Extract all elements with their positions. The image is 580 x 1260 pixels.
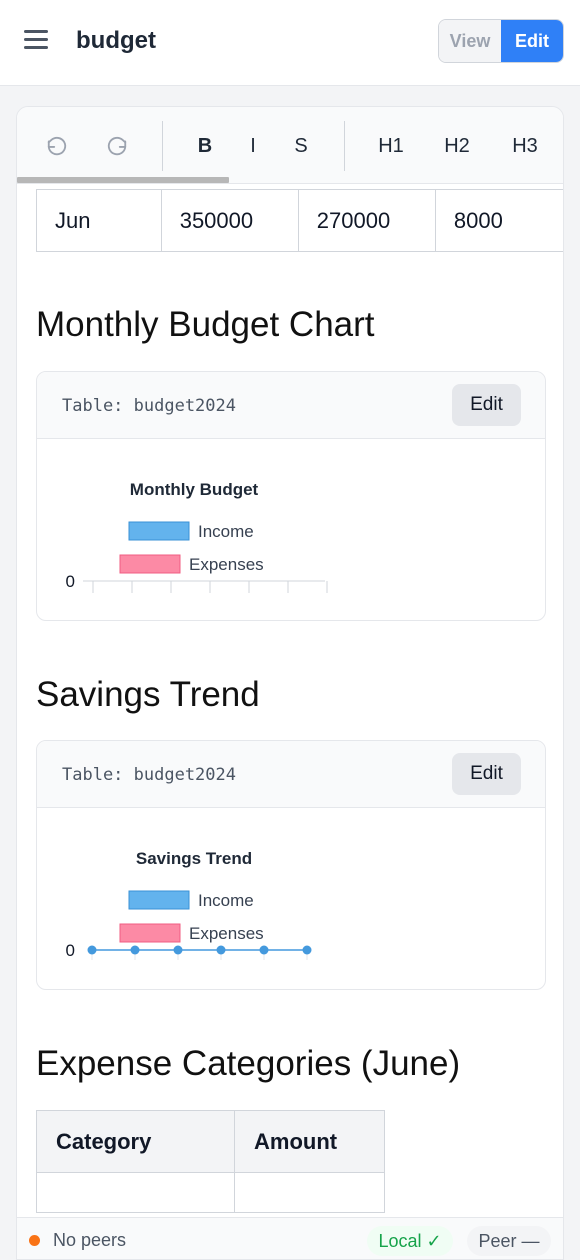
redo-icon[interactable] bbox=[99, 125, 135, 167]
legend-swatch bbox=[128, 521, 190, 541]
y-tick-label: 0 bbox=[66, 572, 75, 591]
chart-edit-button[interactable]: Edit bbox=[452, 753, 521, 795]
toolbar-scrollbar[interactable] bbox=[17, 177, 229, 183]
expense-categories-table: Category Amount bbox=[36, 1110, 385, 1213]
chart-card: Table: budget2024 Edit Monthly Budget Inc… bbox=[36, 371, 546, 621]
legend-label: Income bbox=[198, 891, 254, 910]
local-sync-badge: Local ✓ bbox=[367, 1226, 453, 1256]
legend-label: Expenses bbox=[189, 555, 264, 574]
italic-button[interactable]: I bbox=[235, 125, 271, 167]
peer-status-text: No peers bbox=[53, 1230, 127, 1250]
table-cell[interactable] bbox=[36, 1172, 235, 1213]
strikethrough-button[interactable]: S bbox=[283, 125, 319, 167]
table-cell[interactable]: Jun bbox=[36, 189, 162, 252]
peer-sync-badge: Peer — bbox=[467, 1226, 551, 1256]
formatting-toolbar: B I S H1 H2 H3 bbox=[17, 107, 563, 184]
toolbar-divider bbox=[344, 121, 345, 171]
table-cell[interactable]: 8000 bbox=[434, 189, 563, 252]
toolbar-divider bbox=[162, 121, 163, 171]
monthly-budget-chart: Monthly Budget Income Expenses 0 bbox=[66, 480, 328, 593]
legend-swatch bbox=[119, 923, 181, 943]
data-point bbox=[173, 945, 183, 955]
hamburger-menu-icon[interactable] bbox=[24, 30, 48, 52]
editor-panel: B I S H1 H2 H3 Jun 350000 270000 8000 Mo… bbox=[16, 106, 564, 1260]
chart-table-label: Table: budget2024 bbox=[62, 396, 236, 416]
heading1-button[interactable]: H1 bbox=[369, 125, 413, 167]
chart-edit-button[interactable]: Edit bbox=[452, 384, 521, 426]
data-point bbox=[216, 945, 226, 955]
chart-card-header: Table: budget2024 Edit bbox=[37, 741, 545, 808]
mode-toggle: View Edit bbox=[438, 19, 564, 63]
table-cell[interactable]: 270000 bbox=[297, 189, 436, 252]
data-point bbox=[87, 945, 97, 955]
data-point bbox=[302, 945, 312, 955]
view-mode-button[interactable]: View bbox=[439, 20, 501, 62]
table-cell[interactable]: 350000 bbox=[160, 189, 299, 252]
document-content: Jun 350000 270000 8000 Monthly Budget Ch… bbox=[17, 184, 563, 1217]
heading2-button[interactable]: H2 bbox=[435, 125, 479, 167]
document-title: budget bbox=[76, 27, 156, 54]
edit-mode-button[interactable]: Edit bbox=[501, 20, 563, 62]
legend-swatch bbox=[128, 890, 190, 910]
legend-label: Income bbox=[198, 522, 254, 541]
budget-table: Jun 350000 270000 8000 bbox=[36, 189, 563, 252]
section-heading: Savings Trend bbox=[36, 675, 260, 714]
legend-label: Expenses bbox=[189, 924, 264, 943]
table-header-cell[interactable]: Category bbox=[36, 1110, 235, 1173]
chart-table-label: Table: budget2024 bbox=[62, 765, 236, 785]
peer-status-indicator bbox=[29, 1235, 40, 1246]
data-point bbox=[259, 945, 269, 955]
top-bar: budget View Edit bbox=[0, 0, 580, 86]
chart-card: Table: budget2024 Edit Savings Trend Inco… bbox=[36, 740, 546, 990]
table-row: Jun 350000 270000 8000 bbox=[36, 189, 563, 252]
y-tick-label: 0 bbox=[66, 941, 75, 960]
legend-swatch bbox=[119, 554, 181, 574]
chart-card-header: Table: budget2024 Edit bbox=[37, 372, 545, 439]
data-point bbox=[130, 945, 140, 955]
undo-icon[interactable] bbox=[39, 125, 75, 167]
section-heading: Expense Categories (June) bbox=[36, 1044, 461, 1083]
table-header-cell[interactable]: Amount bbox=[234, 1110, 385, 1173]
heading3-button[interactable]: H3 bbox=[503, 125, 547, 167]
status-bar: No peers Local ✓ Peer — bbox=[17, 1217, 563, 1259]
chart-title: Savings Trend bbox=[136, 849, 252, 868]
table-cell[interactable] bbox=[234, 1172, 385, 1213]
section-heading: Monthly Budget Chart bbox=[36, 305, 375, 344]
table-header-row: Category Amount bbox=[36, 1110, 385, 1173]
savings-trend-chart: Savings Trend Income Expenses 0 bbox=[66, 849, 312, 960]
chart-title: Monthly Budget bbox=[130, 480, 259, 499]
bold-button[interactable]: B bbox=[187, 125, 223, 167]
table-row bbox=[36, 1172, 385, 1213]
